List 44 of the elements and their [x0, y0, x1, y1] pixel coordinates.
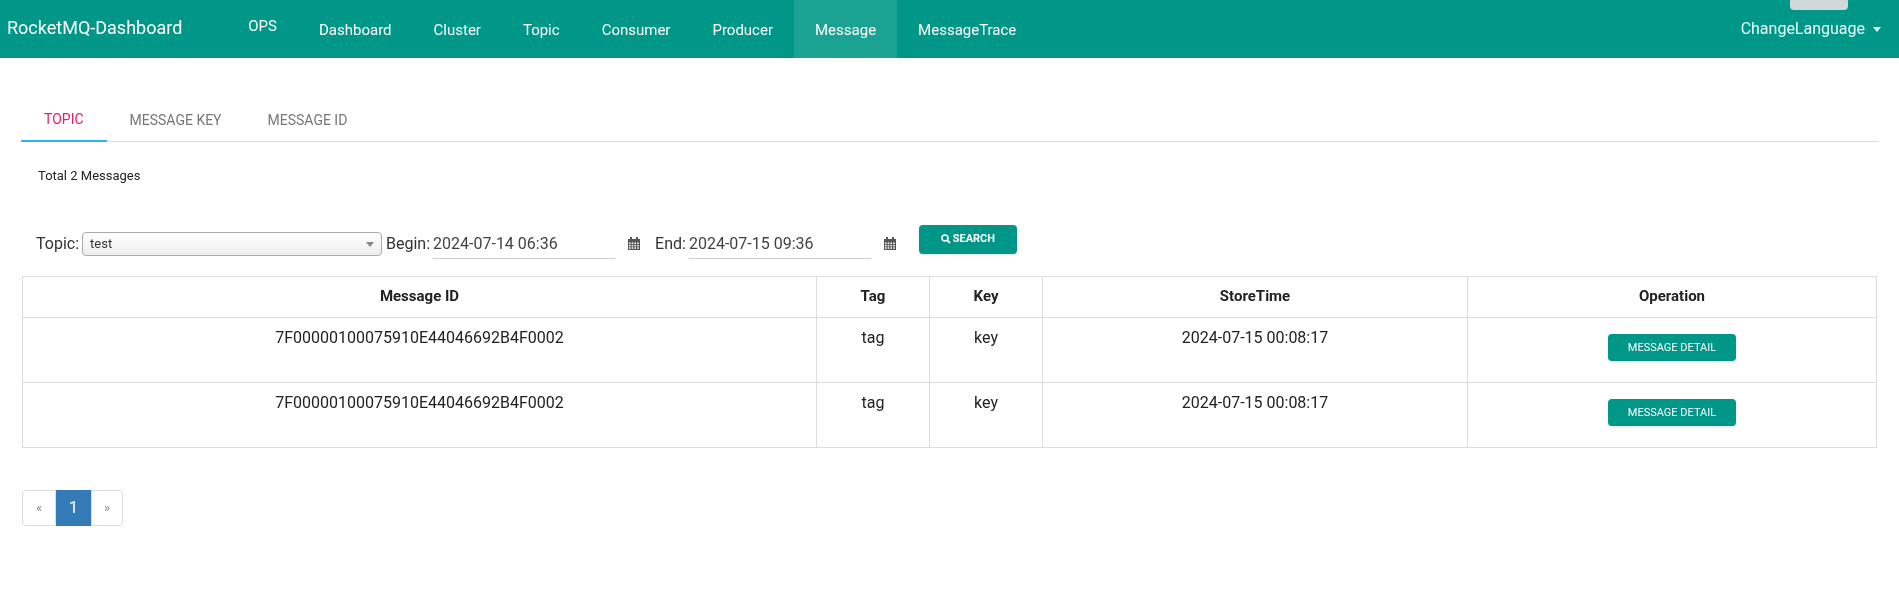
nav-link[interactable]: Dashboard	[298, 0, 413, 58]
calendar-icon[interactable]	[882, 237, 897, 251]
column-header: Key	[929, 276, 1043, 317]
nav-link[interactable]: Message	[794, 0, 898, 58]
table-cell: tag	[816, 317, 930, 382]
end-label: End:	[655, 233, 686, 255]
caret-icon	[1873, 26, 1881, 32]
top-tab-handle[interactable]	[1790, 0, 1848, 10]
topic-label: Topic:	[36, 233, 80, 255]
caret-icon	[366, 241, 375, 247]
nav-link[interactable]: OPS	[227, 0, 298, 58]
tab[interactable]: MESSAGE ID	[244, 98, 371, 142]
table-cell: key	[929, 317, 1043, 382]
nav-link[interactable]: Consumer	[580, 0, 692, 58]
message-detail-button[interactable]: MESSAGE DETAIL	[1607, 399, 1737, 427]
topic-select[interactable]: test	[82, 232, 383, 256]
table-cell: 2024-07-15 00:08:17	[1042, 317, 1468, 382]
nav-link[interactable]: MessageTrace	[897, 0, 1038, 58]
brand-title[interactable]: RocketMQ-Dashboard	[0, 0, 228, 58]
language-dropdown[interactable]: ChangeLanguage	[1740, 0, 1899, 58]
nav-link[interactable]: Topic	[501, 0, 581, 58]
table-cell: key	[929, 382, 1043, 447]
end-date-field[interactable]: 2024-07-15 09:36	[688, 229, 871, 259]
message-count: Total 2 Messages	[38, 167, 142, 185]
column-header: Operation	[1467, 276, 1877, 317]
table-cell: 2024-07-15 00:08:17	[1042, 382, 1468, 447]
nav-link[interactable]: Cluster	[412, 0, 502, 58]
begin-label: Begin:	[386, 233, 431, 255]
search-button[interactable]: SEARCH	[918, 224, 1017, 254]
column-header: Tag	[816, 276, 930, 317]
message-detail-button[interactable]: MESSAGE DETAIL	[1607, 334, 1737, 362]
tab[interactable]: MESSAGE KEY	[106, 98, 245, 142]
search-icon	[940, 234, 951, 244]
next-page-button[interactable]: »	[91, 489, 123, 526]
page-button[interactable]: 1	[56, 489, 91, 526]
column-header: StoreTime	[1042, 276, 1468, 317]
begin-date-field[interactable]: 2024-07-14 06:36	[433, 229, 616, 259]
calendar-icon[interactable]	[627, 237, 642, 251]
table-cell: 7F00000100075910E44046692B4F0002	[22, 317, 817, 382]
tab[interactable]: TOPIC	[21, 98, 107, 142]
table-cell: tag	[816, 382, 930, 447]
table-cell: 7F00000100075910E44046692B4F0002	[22, 382, 817, 447]
column-header: Message ID	[22, 276, 817, 317]
nav-link[interactable]: Producer	[691, 0, 794, 58]
